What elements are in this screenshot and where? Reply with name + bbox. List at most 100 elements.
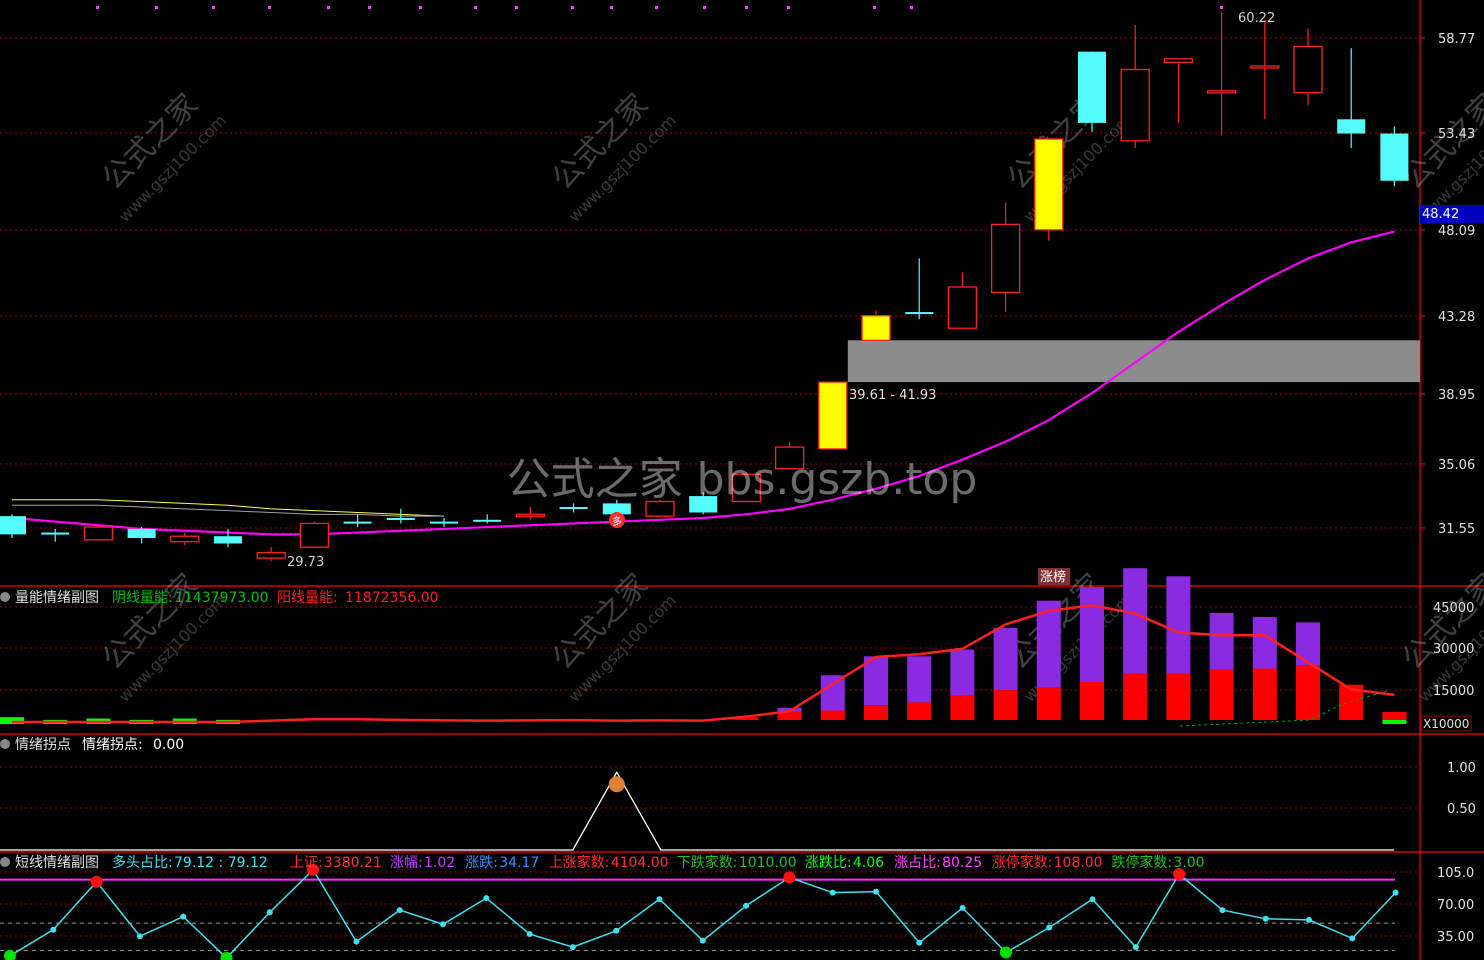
- short-title: 短线情绪副图: [15, 855, 99, 871]
- candle-body: [170, 535, 200, 543]
- low-annotation: 29.73: [287, 555, 324, 570]
- vol-red-bar: [993, 690, 1018, 720]
- vol-purple-bar: [1080, 587, 1104, 683]
- vol-y-tick-label: 15000: [1433, 684, 1474, 699]
- short-point: [783, 871, 796, 884]
- short-point: [90, 875, 103, 888]
- vol-purple-bar: [907, 656, 932, 703]
- candle-body: [214, 536, 242, 544]
- turn-label: 情绪拐点:: [82, 737, 143, 753]
- vol-red-bar: [1296, 665, 1320, 720]
- short-item-label: 涨停家数:: [992, 854, 1053, 871]
- short-point: [656, 896, 663, 903]
- candle-body: [1163, 58, 1194, 64]
- short-point: [743, 902, 750, 909]
- top-marker-dot: [910, 6, 913, 9]
- turn-title: 情绪拐点: [15, 737, 71, 753]
- zt-badge: 涨榜: [1040, 569, 1066, 585]
- top-marker-dot: [268, 6, 271, 9]
- short-item-value: 34.17: [499, 855, 539, 871]
- candle-body: [0, 516, 26, 535]
- vol-red-bar: [1209, 669, 1234, 720]
- vol-purple-bar: [1252, 616, 1277, 669]
- top-marker-dot: [703, 6, 706, 9]
- top-marker-dot: [571, 6, 574, 9]
- short-point: [1392, 889, 1399, 896]
- turn-collapse-icon[interactable]: [0, 739, 10, 749]
- candle-body: [473, 519, 502, 522]
- turn-y-tick-label: 0.50: [1447, 802, 1476, 817]
- stock-chart[interactable]: 公式之家www.gszj100.com公式之家www.gszj100.com公式…: [0, 0, 1484, 960]
- short-point: [396, 907, 403, 914]
- short-point: [266, 909, 273, 916]
- top-marker-dot: [745, 6, 748, 9]
- top-marker-dot: [873, 6, 876, 9]
- support-zone-band: [847, 340, 1420, 383]
- short-point: [1262, 915, 1269, 922]
- short-item-label: 涨跌:: [465, 855, 498, 871]
- vol-purple-bar: [950, 649, 975, 696]
- vol-purple-bar: [1166, 576, 1191, 674]
- candle-body: [127, 528, 156, 539]
- candle-body: [83, 526, 114, 541]
- short-item-label: 跌停家数:: [1111, 854, 1172, 871]
- main-y-tick-label: 58.77: [1438, 32, 1475, 47]
- vol-red-bar: [820, 710, 845, 720]
- short-point: [1306, 916, 1312, 923]
- turn-y-tick-label: 1.00: [1447, 761, 1476, 776]
- short-point: [999, 946, 1012, 959]
- vol-red-bar: [1123, 673, 1148, 720]
- vol-collapse-icon[interactable]: [0, 592, 10, 602]
- yin-label: 阴线量能:: [112, 590, 173, 606]
- short-point: [526, 931, 533, 938]
- short-point: [1132, 944, 1139, 951]
- short-item-value: 1.02: [424, 855, 455, 871]
- candle-body: [990, 223, 1021, 294]
- yang-value: 11872356.00: [345, 590, 439, 606]
- current-price: 48.42: [1422, 207, 1459, 222]
- short-item-value: 3.00: [1173, 855, 1204, 871]
- turn-peak-marker: [608, 776, 625, 793]
- top-marker-dot: [474, 6, 477, 9]
- vol-unit: X10000: [1423, 717, 1469, 731]
- short-point: [440, 921, 446, 928]
- top-marker-dot: [655, 6, 658, 9]
- candle-body: [1250, 65, 1280, 69]
- short-item-value: 4.06: [853, 855, 884, 871]
- vol-purple-bar: [1123, 568, 1148, 674]
- top-marker-dot: [368, 6, 371, 9]
- candle-body: [299, 522, 330, 548]
- candle-body: [343, 521, 372, 524]
- vol-red-bar: [864, 705, 888, 720]
- vol-purple-bar: [993, 627, 1018, 691]
- short-y-tick-label: 35.00: [1437, 930, 1474, 945]
- candle-body: [1293, 45, 1323, 94]
- top-marker-dot: [419, 6, 422, 9]
- candle-body: [1380, 133, 1409, 181]
- short-collapse-icon[interactable]: [0, 857, 10, 867]
- short-item-value: 108.00: [1054, 855, 1103, 871]
- yin-value: 11437973.00: [175, 590, 269, 606]
- short-item-value: 79.12 : 79.12: [174, 855, 268, 871]
- short-y-tick-label: 105.0: [1437, 866, 1474, 881]
- main-y-tick-label: 35.06: [1438, 458, 1475, 473]
- zone-label: 39.61 - 41.93: [849, 388, 936, 403]
- vol-red-bar: [907, 702, 932, 720]
- top-marker-dot: [515, 6, 518, 9]
- vol-title: 量能情绪副图: [15, 590, 99, 606]
- top-marker-dot: [787, 6, 790, 9]
- candle-body: [1034, 138, 1064, 231]
- vol-red-bar: [1252, 668, 1277, 720]
- short-point: [613, 927, 620, 934]
- main-y-tick-label: 53.43: [1438, 127, 1475, 142]
- candle-body: [1337, 119, 1366, 134]
- signal-badge: 多: [612, 515, 622, 528]
- high-annotation: 60.22: [1238, 11, 1275, 26]
- top-marker-dot: [1220, 6, 1223, 9]
- main-y-tick-label: 31.55: [1438, 522, 1475, 537]
- yang-label: 阳线量能:: [277, 590, 338, 606]
- top-marker-dot: [212, 6, 215, 9]
- short-point: [136, 933, 143, 940]
- short-point: [180, 913, 187, 920]
- vol-red-bar: [1382, 711, 1407, 720]
